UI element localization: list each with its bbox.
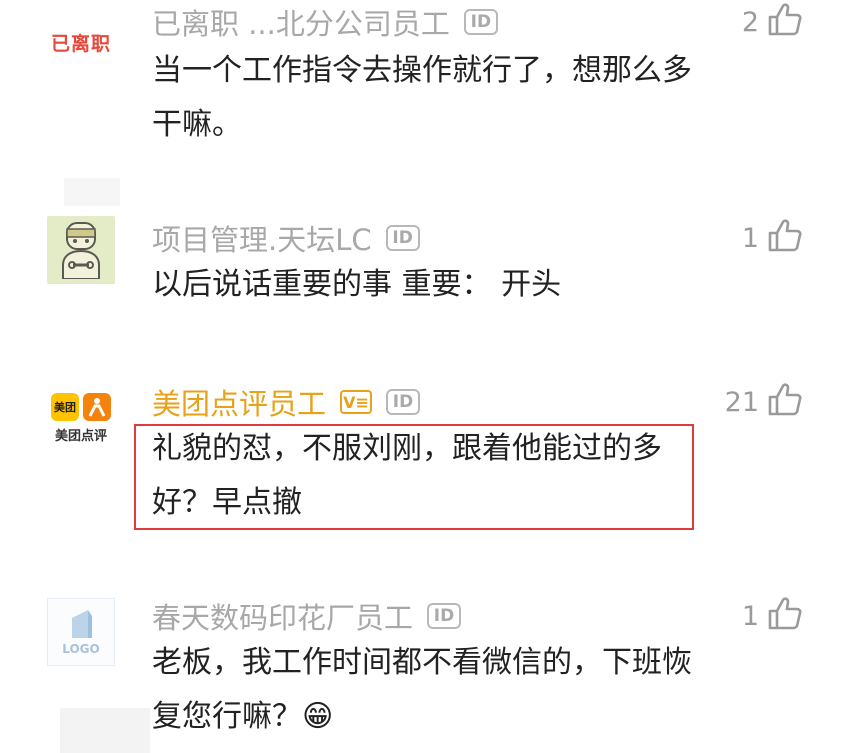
avatar-logo-placeholder[interactable]: LOGO [47, 598, 115, 666]
comment-4-like-button[interactable]: 1 [742, 596, 803, 636]
comment-2-name-row: 项目管理.天坛LC ID [152, 218, 420, 258]
meituan-caption: 美团点评 [54, 428, 107, 444]
comment-2-like-button[interactable]: 1 [742, 218, 803, 258]
like-count: 1 [741, 600, 759, 632]
comment-4-author[interactable]: 春天数码印花厂员工 [152, 595, 413, 637]
thumbs-up-icon [767, 381, 803, 424]
dianping-logo-icon [83, 392, 111, 421]
meituan-logo-tile: 美团 [51, 392, 79, 421]
building-icon [72, 610, 92, 638]
comment-3-like-button[interactable]: 21 [725, 382, 803, 422]
resigned-logo-text: 已离职 [50, 32, 111, 55]
thumbs-up-icon [767, 217, 803, 260]
id-badge-icon: ID [385, 225, 420, 251]
like-count: 2 [741, 6, 759, 38]
thumbs-up-icon [767, 595, 803, 638]
comment-1-like-button[interactable]: 2 [742, 2, 803, 42]
comment-2-author[interactable]: 项目管理.天坛LC [152, 217, 372, 259]
logo-placeholder-text: LOGO [62, 642, 100, 656]
verified-badge-icon: V≡ [340, 390, 373, 414]
id-badge-icon: ID [463, 9, 498, 35]
grin-emoji: 😁 [302, 699, 334, 734]
thumbs-up-icon [767, 1, 803, 44]
comment-1-name-row: 已离职 ...北分公司员工 ID [152, 2, 498, 42]
highlight-box [134, 424, 694, 530]
comment-3-author[interactable]: 美团点评员工 [152, 381, 326, 423]
avatar-resigned[interactable]: 已离职 [47, 8, 115, 76]
faded-bottom-strip [60, 708, 150, 753]
id-badge-icon: ID [386, 389, 421, 415]
comment-4-text-content: 老板，我工作时间都不看微信的，下班恢复您行嘛？ [152, 645, 692, 734]
faded-divider [64, 178, 120, 206]
comment-4-name-row: 春天数码印花厂员工 ID [152, 595, 462, 637]
like-count: 21 [724, 386, 759, 418]
avatar-meituan[interactable]: 美团 美团点评 [47, 384, 115, 452]
worker-avatar-icon [62, 222, 100, 279]
avatar-project-manager[interactable] [47, 216, 115, 284]
comment-2-text: 以后说话重要的事 重要： 开头 [152, 267, 562, 302]
comment-1-author[interactable]: 已离职 ...北分公司员工 [152, 1, 450, 43]
comment-1-text: 当一个工作指令去操作就行了，想那么多干嘛。 [152, 53, 692, 142]
comment-3-name-row: 美团点评员工 V≡ ID [152, 381, 421, 423]
like-count: 1 [741, 222, 759, 254]
comment-4-text: 老板，我工作时间都不看微信的，下班恢复您行嘛？😁 [152, 636, 700, 744]
id-badge-icon: ID [427, 603, 462, 629]
